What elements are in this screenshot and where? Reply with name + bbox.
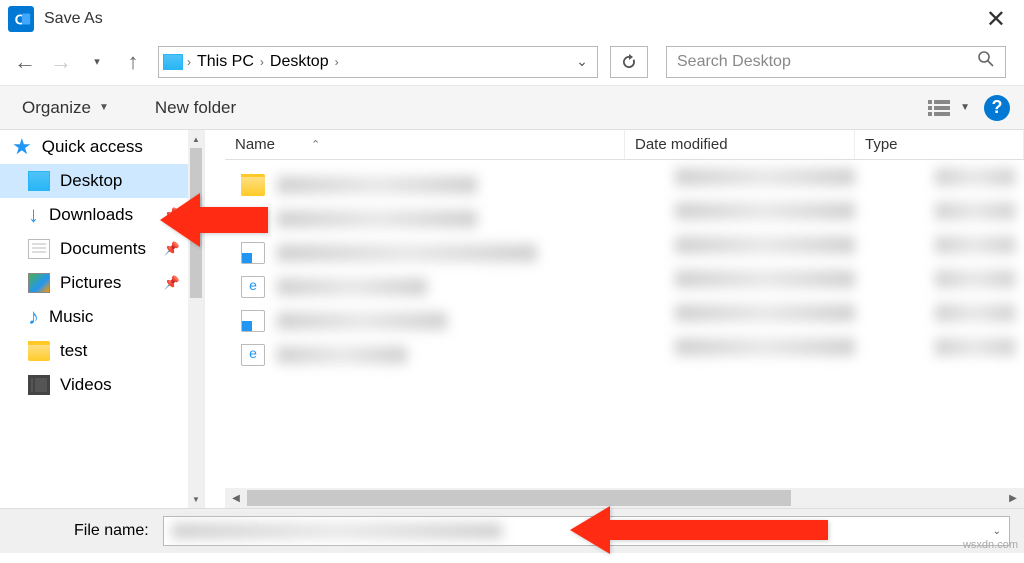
date-obscured [675, 168, 855, 186]
sidebar-item-test[interactable]: test [0, 334, 204, 368]
filename-label: File name: [74, 522, 149, 540]
file-name-obscured [277, 278, 427, 296]
details-view-icon [928, 98, 950, 118]
column-label: Name [235, 136, 275, 153]
videos-icon [28, 375, 50, 395]
type-obscured [935, 304, 1015, 322]
file-name-obscured [277, 244, 537, 262]
file-name-obscured [277, 176, 477, 194]
html-icon [241, 276, 265, 298]
sidebar-item-label: Downloads [49, 205, 133, 225]
address-dropdown[interactable]: ⌄ [571, 53, 593, 70]
pc-icon [163, 54, 183, 70]
shortcut-icon [241, 310, 265, 332]
file-row[interactable] [241, 202, 1024, 236]
sidebar-item-label: test [60, 341, 87, 361]
sidebar-item-music[interactable]: ♪ Music [0, 300, 204, 334]
sidebar-item-quickaccess[interactable]: ★ Quick access [0, 130, 204, 164]
folder-icon [28, 341, 50, 361]
music-icon: ♪ [28, 304, 39, 330]
date-obscured [675, 304, 855, 322]
column-date[interactable]: Date modified [625, 130, 855, 159]
type-obscured [935, 236, 1015, 254]
organize-label: Organize [22, 98, 91, 118]
file-name-obscured [277, 346, 407, 364]
help-button[interactable]: ? [984, 95, 1010, 121]
file-name-obscured [277, 210, 477, 228]
column-label: Type [865, 136, 898, 153]
html-icon [241, 344, 265, 366]
history-dropdown[interactable]: ▾ [82, 47, 112, 77]
watermark: wsxdn.com [963, 539, 1018, 551]
filename-dropdown[interactable]: ⌄ [993, 526, 1001, 537]
sidebar-item-label: Desktop [60, 171, 122, 191]
column-label: Date modified [635, 136, 728, 153]
new-folder-button[interactable]: New folder [147, 92, 244, 124]
crumb-desktop[interactable]: Desktop [264, 53, 335, 71]
date-obscured [675, 202, 855, 220]
file-list[interactable] [205, 160, 1024, 488]
sidebar-item-label: Videos [60, 375, 112, 395]
star-icon: ★ [12, 134, 32, 160]
sidebar-item-label: Documents [60, 239, 146, 259]
search-input[interactable] [677, 53, 977, 71]
type-obscured [935, 168, 1015, 186]
filename-value-obscured [172, 523, 502, 539]
type-obscured [935, 202, 1015, 220]
sidebar-item-label: Quick access [42, 137, 143, 157]
window-title: Save As [44, 10, 103, 28]
sidebar-item-videos[interactable]: Videos [0, 368, 204, 402]
sidebar-item-pictures[interactable]: Pictures 📌 [0, 266, 204, 300]
annotation-arrow [570, 500, 830, 563]
sort-indicator: ⌃ [311, 138, 320, 151]
column-name[interactable]: Name ⌃ [225, 130, 625, 159]
date-obscured [675, 338, 855, 356]
caret-down-icon: ▼ [99, 102, 109, 113]
search-icon[interactable] [977, 50, 995, 73]
outlook-icon: O [8, 6, 34, 32]
forward-button[interactable]: → [46, 47, 76, 77]
date-obscured [675, 236, 855, 254]
newfolder-label: New folder [155, 98, 236, 118]
file-row[interactable] [241, 304, 1024, 338]
crumb-thispc[interactable]: This PC [191, 53, 260, 71]
document-icon [28, 239, 50, 259]
address-bar[interactable]: › This PC › Desktop › ⌄ [158, 46, 598, 78]
close-button[interactable]: ✕ [976, 1, 1016, 38]
date-obscured [675, 270, 855, 288]
refresh-button[interactable] [610, 46, 648, 78]
pictures-icon [28, 273, 50, 293]
desktop-icon [28, 171, 50, 191]
file-name-obscured [277, 312, 447, 330]
sidebar-item-label: Music [49, 307, 93, 327]
annotation-arrow [160, 185, 270, 258]
file-row[interactable] [241, 270, 1024, 304]
back-button[interactable]: ← [10, 47, 40, 77]
caret-down-icon: ▼ [960, 102, 970, 113]
organize-button[interactable]: Organize ▼ [14, 92, 117, 124]
pin-icon: 📌 [164, 275, 180, 291]
search-box[interactable] [666, 46, 1006, 78]
type-obscured [935, 270, 1015, 288]
view-button[interactable]: ▼ [928, 98, 970, 118]
sidebar-item-label: Pictures [60, 273, 121, 293]
file-row[interactable] [241, 236, 1024, 270]
download-icon: ↓ [28, 202, 39, 228]
up-button[interactable]: ↑ [118, 47, 148, 77]
chevron-right-icon[interactable]: › [335, 55, 339, 69]
file-row[interactable] [241, 168, 1024, 202]
file-row[interactable] [241, 338, 1024, 372]
type-obscured [935, 338, 1015, 356]
column-type[interactable]: Type [855, 130, 1024, 159]
